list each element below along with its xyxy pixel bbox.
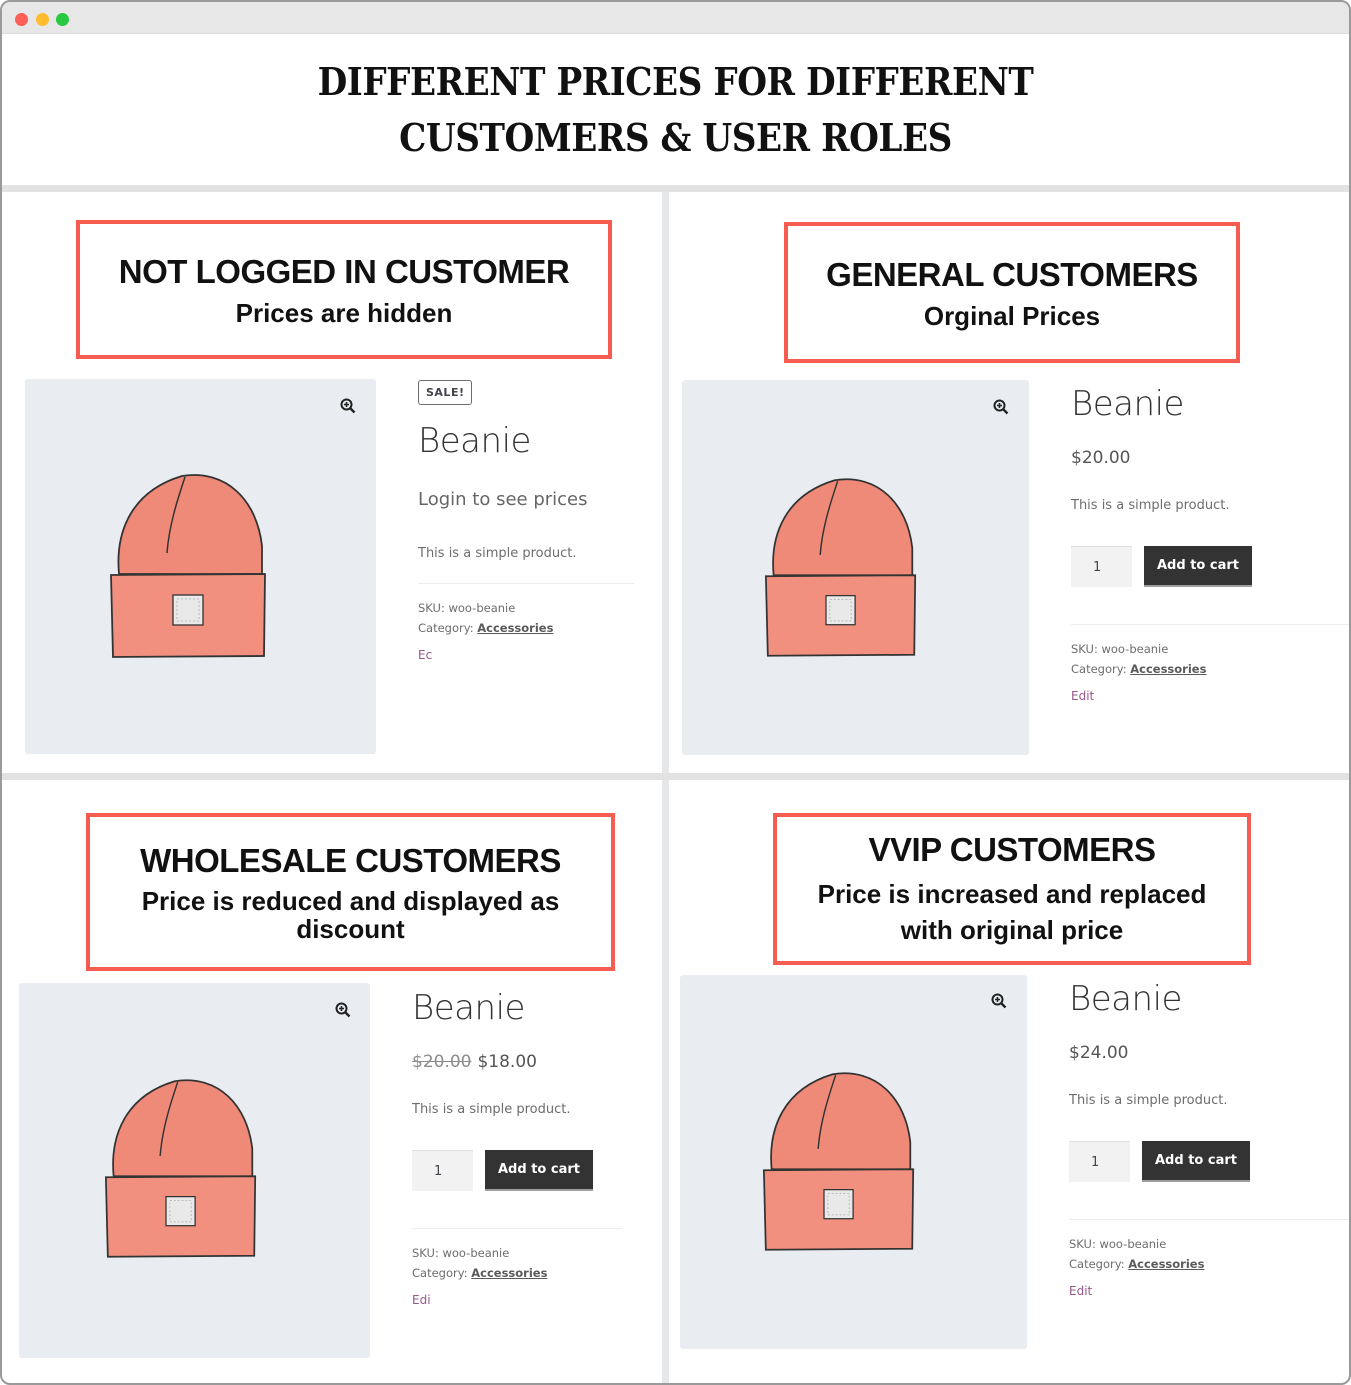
role-label-title: WHOLESALE CUSTOMERS [140,842,561,879]
product-price: $20.00 $18.00 [412,1052,622,1072]
sku-row: SKU: woo-beanie [1069,1234,1349,1254]
product-image[interactable] [680,975,1027,1349]
horizontal-divider-middle [2,773,1349,780]
sku-label: SKU: [412,1246,439,1260]
close-window-button[interactable] [15,13,28,26]
product-summary: Beanie $24.00 This is a simple product. … [1069,977,1349,1298]
role-label-title: NOT LOGGED IN CUSTOMER [118,252,570,290]
edit-link[interactable]: Ec [418,648,634,662]
page-headline: DIFFERENT PRICES FOR DIFFERENT CUSTOMERS… [2,54,1349,166]
product-meta: SKU: woo-beanie Category: Accessories [412,1228,622,1283]
role-label-box: VVIP CUSTOMERS Price is increased and re… [773,813,1251,965]
edit-link[interactable]: Edit [1071,689,1349,703]
category-link[interactable]: Accessories [1130,662,1206,676]
product-summary: Beanie $20.00 $18.00 This is a simple pro… [412,986,622,1307]
beanie-illustration [762,1072,915,1251]
product-description: This is a simple product. [1069,1093,1228,1108]
magnifier-plus-icon[interactable] [329,996,357,1024]
sku-label: SKU: [1071,642,1098,656]
product-price: $20.00 [1071,448,1131,468]
quantity-input[interactable] [412,1150,473,1191]
category-link[interactable]: Accessories [471,1266,547,1280]
magnifier-plus-icon[interactable] [334,392,362,420]
category-row: Category: Accessories [1069,1254,1349,1274]
sku-label: SKU: [418,601,445,615]
product-meta: SKU: woo-beanie Category: Accessories [1071,624,1349,679]
product-image[interactable] [682,380,1029,755]
add-to-cart-button[interactable]: Add to cart [1142,1141,1250,1182]
minimize-window-button[interactable] [36,13,49,26]
add-to-cart-form: Add to cart [1069,1141,1349,1182]
product-title: Beanie [418,421,531,461]
role-label-title: GENERAL CUSTOMERS [826,255,1198,293]
edit-link[interactable]: Edit [1069,1284,1349,1298]
role-label-title: VVIP CUSTOMERS [868,831,1156,868]
sku-value: woo-beanie [448,601,516,615]
category-label: Category: [1069,1257,1125,1271]
sale-badge: SALE! [418,380,473,405]
sku-row: SKU: woo-beanie [418,598,634,618]
add-to-cart-button[interactable]: Add to cart [1144,546,1252,587]
product-image[interactable] [25,379,376,754]
category-label: Category: [418,621,474,635]
product-title: Beanie [1071,384,1184,424]
product-price: $24.00 [1069,1043,1129,1063]
category-link[interactable]: Accessories [1128,1257,1204,1271]
product-image[interactable] [19,983,370,1358]
category-link[interactable]: Accessories [477,621,553,635]
sku-value: woo-beanie [1099,1237,1167,1251]
product-description: This is a simple product. [412,1102,571,1117]
quantity-input[interactable] [1071,546,1132,587]
maximize-window-button[interactable] [56,13,69,26]
horizontal-divider-top [2,185,1349,192]
role-label-subtitle: Orginal Prices [923,300,1101,331]
role-label-subtitle: Price is increased and replaced with ori… [817,879,1207,945]
sku-value: woo-beanie [442,1246,510,1260]
role-label-box: WHOLESALE CUSTOMERS Price is reduced and… [86,813,615,971]
add-to-cart-form: Add to cart [412,1150,622,1191]
add-to-cart-button[interactable]: Add to cart [485,1150,593,1191]
category-label: Category: [1071,662,1127,676]
title-bar [2,2,1349,34]
browser-window: DIFFERENT PRICES FOR DIFFERENT CUSTOMERS… [0,0,1351,1385]
sku-row: SKU: woo-beanie [412,1243,622,1263]
headline-line-2: CUSTOMERS & USER ROLES [399,115,952,160]
product-summary: SALE! Beanie Login to see prices This is… [418,380,634,662]
login-to-see-prices: Login to see prices [418,489,588,510]
product-title: Beanie [412,988,525,1028]
sale-price: $18.00 [477,1052,537,1072]
product-meta: SKU: woo-beanie Category: Accessories [418,583,634,638]
product-title: Beanie [1069,979,1182,1019]
category-label: Category: [412,1266,468,1280]
sku-label: SKU: [1069,1237,1096,1251]
role-label-box: NOT LOGGED IN CUSTOMER Prices are hidden [76,220,612,359]
product-description: This is a simple product. [1071,498,1230,513]
sku-value: woo-beanie [1101,642,1169,656]
magnifier-plus-icon[interactable] [987,393,1015,421]
role-label-box: GENERAL CUSTOMERS Orginal Prices [784,222,1240,363]
beanie-illustration [764,478,917,657]
original-price: $20.00 [412,1052,472,1072]
role-label-subtitle: Prices are hidden [235,297,453,328]
role-label-subtitle: Price is reduced and displayed as discou… [141,886,560,944]
product-meta: SKU: woo-beanie Category: Accessories [1069,1219,1349,1274]
magnifier-plus-icon[interactable] [985,987,1013,1015]
edit-link[interactable]: Edi [412,1293,622,1307]
headline-line-1: DIFFERENT PRICES FOR DIFFERENT [317,59,1034,104]
add-to-cart-form: Add to cart [1071,546,1349,587]
product-summary: Beanie $20.00 This is a simple product. … [1071,382,1349,703]
beanie-illustration [110,474,266,658]
category-row: Category: Accessories [1071,659,1349,679]
product-description: This is a simple product. [418,546,577,561]
quantity-input[interactable] [1069,1141,1130,1182]
beanie-illustration [104,1079,257,1258]
category-row: Category: Accessories [412,1263,622,1283]
sku-row: SKU: woo-beanie [1071,639,1349,659]
vertical-divider [662,192,669,1383]
category-row: Category: Accessories [418,618,634,638]
